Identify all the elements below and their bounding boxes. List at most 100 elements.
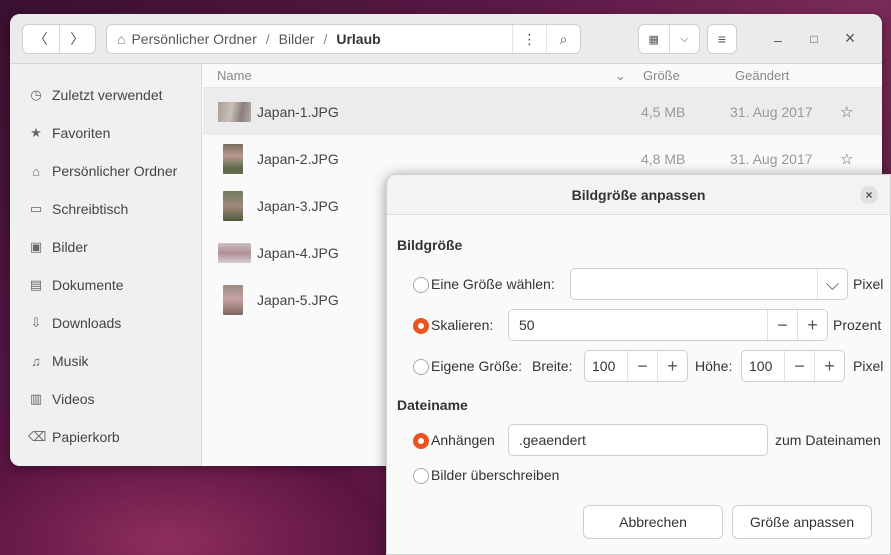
sidebar-item-downloads[interactable]: ⇩ Downloads <box>10 304 201 342</box>
increment-button[interactable]: + <box>797 310 827 340</box>
radio-choose-size[interactable] <box>413 277 429 293</box>
label-choose-size: Eine Größe wählen: <box>431 276 555 292</box>
decrement-button[interactable]: − <box>784 351 814 381</box>
sidebar-item-desktop[interactable]: ▭ Schreibtisch <box>10 190 201 228</box>
cancel-button[interactable]: Abbrechen <box>583 505 723 539</box>
increment-button[interactable]: + <box>657 351 687 381</box>
label-height: Höhe: <box>695 358 733 374</box>
sidebar-item-videos[interactable]: ▥ Videos <box>10 380 201 418</box>
star-icon[interactable]: ☆ <box>840 103 853 121</box>
sidebar-item-documents[interactable]: ▤ Dokumente <box>10 266 201 304</box>
image-thumbnail <box>223 143 243 174</box>
sidebar-item-label: Bilder <box>52 239 88 255</box>
close-button[interactable]: × <box>840 28 860 49</box>
breadcrumb-current[interactable]: Urlaub <box>336 31 380 47</box>
forward-button[interactable]: 〉 <box>58 25 96 53</box>
grid-view-icon[interactable]: ▦ <box>639 25 669 53</box>
hamburger-icon: ≡ <box>717 31 727 47</box>
radio-append[interactable] <box>413 433 429 449</box>
file-date: 31. Aug 2017 <box>730 103 813 120</box>
header-bar: 〈 〉 ⌂ Persönlicher Ordner / Bilder / Url… <box>10 14 882 64</box>
close-icon[interactable]: × <box>860 186 878 204</box>
video-icon: ▥ <box>29 391 43 406</box>
nav-buttons: 〈 〉 <box>22 24 96 54</box>
sidebar-item-recent[interactable]: ◷ Zuletzt verwendet <box>10 76 201 114</box>
menu-button[interactable]: ≡ <box>707 24 737 54</box>
sidebar-item-pictures[interactable]: ▣ Bilder <box>10 228 201 266</box>
column-name[interactable]: Name <box>217 68 252 83</box>
height-value: 100 <box>749 358 773 374</box>
star-icon[interactable]: ☆ <box>840 150 853 168</box>
breadcrumb-separator: / <box>323 31 328 47</box>
label-custom-size: Eigene Größe: <box>431 358 523 374</box>
document-icon: ▤ <box>29 277 43 292</box>
sidebar-item-home[interactable]: ⌂ Persönlicher Ordner <box>10 152 201 190</box>
size-dropdown[interactable]: ⌵ <box>570 268 848 300</box>
minimize-button[interactable]: – <box>768 32 788 48</box>
sidebar-item-label: Persönlicher Ordner <box>52 163 178 179</box>
dialog-header: Bildgröße anpassen × <box>387 175 890 215</box>
label-append: Anhängen <box>431 432 495 448</box>
append-input[interactable]: .geaendert <box>508 424 768 456</box>
file-name: Japan-5.JPG <box>257 291 339 308</box>
sidebar-item-label: Musik <box>52 353 89 369</box>
radio-custom-size[interactable] <box>413 359 429 375</box>
sidebar-item-label: Dokumente <box>52 277 124 293</box>
dialog-title: Bildgröße anpassen <box>571 186 706 203</box>
sidebar-item-label: Papierkorb <box>52 429 120 445</box>
list-header: Name ⌄ Größe Geändert <box>203 64 882 88</box>
unit-pixel: Pixel <box>853 358 884 374</box>
file-name: Japan-2.JPG <box>257 150 339 167</box>
maximize-button[interactable]: □ <box>804 32 824 46</box>
column-modified[interactable]: Geändert <box>735 68 789 83</box>
breadcrumb-home[interactable]: Persönlicher Ordner <box>131 31 256 47</box>
radio-overwrite[interactable] <box>413 468 429 484</box>
view-switcher: ▦ ⌵ <box>638 24 700 54</box>
resize-dialog: Bildgröße anpassen × Bildgröße Eine Größ… <box>386 174 891 555</box>
breadcrumb-separator: / <box>265 31 270 47</box>
unit-percent: Prozent <box>833 317 882 333</box>
back-button[interactable]: 〈 <box>23 25 59 53</box>
sidebar-item-music[interactable]: ♫ Musik <box>10 342 201 380</box>
sidebar-item-label: Favoriten <box>52 125 111 141</box>
section-filename: Dateiname <box>397 397 468 413</box>
unit-pixel: Pixel <box>853 276 884 292</box>
pictures-icon: ▣ <box>29 239 43 254</box>
sidebar-item-label: Schreibtisch <box>52 201 129 217</box>
file-date: 31. Aug 2017 <box>730 150 813 167</box>
search-icon[interactable]: ⌕ <box>546 25 580 53</box>
list-item[interactable]: Japan-1.JPG 4,5 MB 31. Aug 2017 ☆ <box>203 88 882 135</box>
label-append-suffix: zum Dateinamen <box>775 432 881 448</box>
star-icon: ★ <box>30 125 42 140</box>
home-icon: ⌂ <box>117 31 126 47</box>
sidebar-item-favorites[interactable]: ★ Favoriten <box>10 114 201 152</box>
chevron-down-icon[interactable]: ⌵ <box>668 25 700 53</box>
resize-button[interactable]: Größe anpassen <box>732 505 872 539</box>
path-bar[interactable]: ⌂ Persönlicher Ordner / Bilder / Urlaub … <box>106 24 581 54</box>
scale-input[interactable]: 50 − + <box>508 309 828 341</box>
label-width: Breite: <box>532 358 573 374</box>
increment-button[interactable]: + <box>814 351 844 381</box>
sidebar-item-label: Downloads <box>52 315 122 331</box>
decrement-button[interactable]: − <box>627 351 657 381</box>
music-icon: ♫ <box>31 353 41 369</box>
file-name: Japan-4.JPG <box>257 244 339 261</box>
width-value: 100 <box>592 358 616 374</box>
sort-indicator-icon: ⌄ <box>615 67 626 83</box>
section-image-size: Bildgröße <box>397 237 463 253</box>
radio-scale[interactable] <box>413 318 429 334</box>
width-input[interactable]: 100 − + <box>584 350 688 382</box>
desktop-icon: ▭ <box>29 201 43 216</box>
decrement-button[interactable]: − <box>767 310 797 340</box>
column-size[interactable]: Größe <box>643 68 680 83</box>
clock-icon: ◷ <box>30 87 42 102</box>
home-icon: ⌂ <box>32 163 40 179</box>
sidebar: ◷ Zuletzt verwendet ★ Favoriten ⌂ Persönlic… <box>10 64 202 466</box>
sidebar-item-trash[interactable]: ⌫ Papierkorb <box>10 418 201 456</box>
more-options-icon[interactable]: ⋮ <box>512 25 546 53</box>
file-size: 4,8 MB <box>641 150 686 167</box>
breadcrumb-pictures[interactable]: Bilder <box>279 31 315 47</box>
append-value: .geaendert <box>519 432 586 448</box>
height-input[interactable]: 100 − + <box>741 350 845 382</box>
chevron-down-icon: ⌵ <box>817 269 847 299</box>
